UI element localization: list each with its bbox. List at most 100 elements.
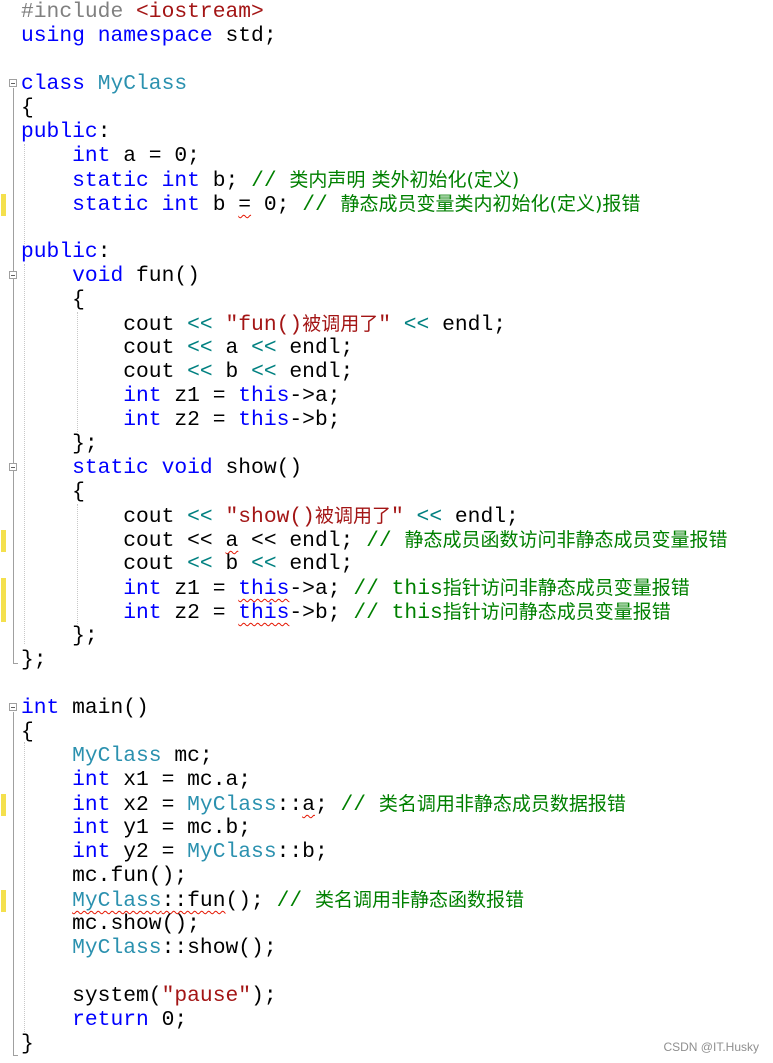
code-line-40[interactable]: MyClass::show(); <box>21 936 277 960</box>
code-line-14[interactable]: cout << "fun()被调用了" << endl; <box>21 312 506 337</box>
code-line-37[interactable]: mc.fun(); <box>21 864 187 888</box>
code-line-23[interactable]: cout << a << endl; // 静态成员函数访问非静态成员变量报错 <box>21 528 727 553</box>
code-text: cout <box>123 336 188 360</box>
code-line-16[interactable]: cout << b << endl; <box>21 360 353 384</box>
code-line-34[interactable]: int x2 = MyClass::a; // 类名调用非静态成员数据报错 <box>21 792 626 817</box>
code-line-18[interactable]: int z2 = this->b; <box>21 408 340 432</box>
error-squiggle[interactable]: this <box>238 577 289 601</box>
keyword: int <box>72 768 111 792</box>
code-line-25[interactable]: int z1 = this->a; // this指针访问非静态成员变量报错 <box>21 576 690 601</box>
code-text: mc.fun(); <box>72 864 188 888</box>
code-line-5[interactable]: { <box>21 96 34 120</box>
code-line-26[interactable]: int z2 = this->b; // this指针访问静态成员变量报错 <box>21 600 671 625</box>
code-text: b <box>199 193 239 217</box>
code-line-12[interactable]: void fun() <box>21 264 200 288</box>
code-line-28[interactable]: }; <box>21 648 47 672</box>
code-line-31[interactable]: { <box>21 720 34 744</box>
collapse-main-icon[interactable] <box>9 703 17 711</box>
code-text: }; <box>21 648 47 672</box>
type-name: MyClass <box>97 72 188 96</box>
code-line-6[interactable]: public: <box>21 120 110 144</box>
code-text: (); <box>225 889 277 913</box>
code-text: x2 = <box>110 793 188 817</box>
outline-end <box>13 663 18 664</box>
collapse-fun-icon[interactable] <box>9 271 17 279</box>
operator: << <box>187 313 213 337</box>
watermark: CSDN @IT.Husky <box>663 1040 759 1054</box>
change-marker <box>1 530 6 552</box>
code-line-8[interactable]: static int b; // 类内声明 类外初始化(定义) <box>21 168 519 193</box>
operator: << <box>403 313 430 337</box>
code-line-15[interactable]: cout << a << endl; <box>21 336 353 360</box>
code-line-22[interactable]: cout << "show()被调用了" << endl; <box>21 504 519 529</box>
keyword: static <box>72 169 149 193</box>
change-marker <box>1 194 6 216</box>
error-squiggle[interactable]: this <box>238 601 289 625</box>
code-line-30[interactable]: int main() <box>21 696 149 720</box>
code-line-44[interactable]: } <box>21 1032 34 1056</box>
keyword: public <box>21 120 98 144</box>
error-squiggle[interactable]: a <box>302 793 315 817</box>
code-line-9[interactable]: static int b = 0; // 静态成员变量类内初始化(定义)报错 <box>21 192 640 217</box>
change-marker <box>1 890 6 912</box>
code-text: ::show(); <box>161 936 277 960</box>
code-line-33[interactable]: int x1 = mc.a; <box>21 768 251 792</box>
comment: // this <box>353 577 443 601</box>
error-squiggle[interactable]: = <box>238 193 251 217</box>
code-text: b <box>212 552 252 576</box>
change-marker <box>1 794 6 816</box>
collapse-class-icon[interactable] <box>9 79 17 87</box>
code-line-24[interactable]: cout << b << endl; <box>21 552 353 576</box>
type-name: MyClass <box>187 793 277 817</box>
keyword: int <box>161 169 200 193</box>
code-line-13[interactable]: { <box>21 288 85 312</box>
code-line-27[interactable]: }; <box>21 624 98 648</box>
code-line-17[interactable]: int z1 = this->a; <box>21 384 340 408</box>
code-line-20[interactable]: static void show() <box>21 456 302 480</box>
keyword: int <box>72 840 111 864</box>
code-text: { <box>72 288 85 312</box>
error-squiggle[interactable]: MyClass <box>72 889 161 913</box>
string-quote: " <box>378 313 391 337</box>
code-text: :: <box>276 793 303 817</box>
change-marker <box>1 578 6 622</box>
code-line-42[interactable]: system("pause"); <box>21 984 277 1008</box>
code-line-39[interactable]: mc.show(); <box>21 912 200 936</box>
code-line-7[interactable]: int a = 0; <box>21 144 200 168</box>
code-line-43[interactable]: return 0; <box>21 1008 187 1032</box>
error-squiggle[interactable]: a <box>226 529 239 553</box>
code-line-19[interactable]: }; <box>21 432 98 456</box>
type-name: MyClass <box>187 840 277 864</box>
code-line-4[interactable]: class MyClass <box>21 72 187 96</box>
code-line-32[interactable]: MyClass mc; <box>21 744 213 768</box>
code-line-21[interactable]: { <box>21 480 85 504</box>
code-line-36[interactable]: int y2 = MyClass::b; <box>21 840 328 864</box>
code-text: mc.show(); <box>72 912 200 936</box>
code-line-35[interactable]: int y1 = mc.b; <box>21 816 251 840</box>
code-line-2[interactable]: using namespace std; <box>21 24 277 48</box>
code-line-38[interactable]: MyClass::fun(); // 类名调用非静态函数报错 <box>21 888 524 913</box>
code-line-11[interactable]: public: <box>21 240 110 264</box>
code-text: cout <box>123 360 188 384</box>
code-line-1[interactable]: #include <iostream> <box>21 0 264 24</box>
code-text: { <box>21 96 34 120</box>
collapse-show-icon[interactable] <box>9 463 17 471</box>
error-squiggle[interactable]: ::fun <box>162 889 226 913</box>
code-editor[interactable]: #include <iostream> using namespace std;… <box>0 0 773 1063</box>
code-text: }; <box>72 624 98 648</box>
keyword: void <box>72 264 124 288</box>
code-text: : <box>97 120 111 144</box>
